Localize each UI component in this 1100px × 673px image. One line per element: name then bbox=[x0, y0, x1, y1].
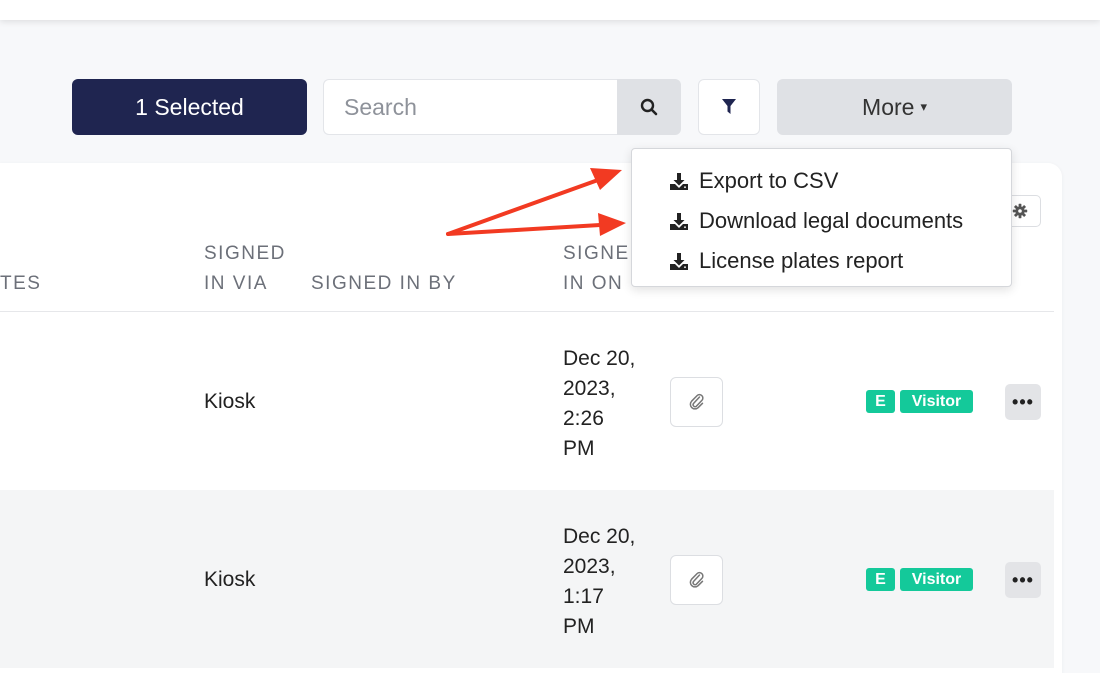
more-button[interactable]: More ▾ bbox=[777, 79, 1012, 135]
attachment-button[interactable] bbox=[670, 377, 723, 427]
badge-e: E bbox=[866, 568, 895, 591]
chevron-down-icon: ▾ bbox=[920, 99, 927, 114]
search-input[interactable] bbox=[323, 79, 618, 135]
visitor-badge: Visitor bbox=[900, 568, 973, 591]
row-actions-button[interactable]: ••• bbox=[1005, 384, 1041, 420]
attachment-button[interactable] bbox=[670, 555, 723, 605]
download-icon bbox=[670, 252, 688, 270]
menu-item-label: Export to CSV bbox=[699, 168, 839, 193]
badge-e: E bbox=[866, 390, 895, 413]
filter-icon bbox=[722, 99, 736, 114]
menu-item-label: License plates report bbox=[699, 248, 904, 273]
table-row[interactable]: Kiosk Dec 20, 2023, 2:26 PM E Visitor ••… bbox=[0, 312, 1054, 490]
row-actions-button[interactable]: ••• bbox=[1005, 562, 1041, 598]
table-row[interactable]: Kiosk Dec 20, 2023, 1:17 PM E Visitor ••… bbox=[0, 490, 1054, 668]
paperclip-icon bbox=[689, 571, 704, 588]
download-icon bbox=[670, 212, 688, 230]
menu-item-export-csv[interactable]: Export to CSV bbox=[632, 161, 1011, 201]
search-icon bbox=[640, 98, 658, 116]
paperclip-icon bbox=[689, 393, 704, 410]
visitor-badge: Visitor bbox=[900, 390, 973, 413]
filter-button[interactable] bbox=[698, 79, 760, 135]
menu-item-label: Download legal documents bbox=[699, 208, 964, 233]
signed-in-on-cell: Dec 20, 2023, 1:17 PM bbox=[563, 525, 636, 638]
more-dropdown-menu: Export to CSV Download legal documents L… bbox=[631, 148, 1012, 287]
menu-item-download-legal-documents[interactable]: Download legal documents bbox=[632, 201, 1011, 241]
table-row[interactable] bbox=[0, 668, 1054, 673]
gear-icon bbox=[1012, 203, 1028, 219]
signed-in-via-cell: Kiosk bbox=[204, 390, 256, 413]
selected-count-button[interactable]: 1 Selected bbox=[72, 79, 307, 135]
more-button-label: More bbox=[862, 93, 915, 120]
column-header-signed-in-via[interactable]: SIGNED IN VIA bbox=[204, 239, 286, 299]
top-bar bbox=[0, 0, 1100, 20]
signed-in-via-cell: Kiosk bbox=[204, 568, 256, 591]
download-icon bbox=[670, 172, 688, 190]
search-button[interactable] bbox=[617, 79, 681, 135]
signed-in-on-cell: Dec 20, 2023, 2:26 PM bbox=[563, 347, 636, 460]
column-header-signed-in-by[interactable]: SIGNED IN BY bbox=[311, 269, 457, 299]
menu-item-license-plates-report[interactable]: License plates report bbox=[632, 241, 1011, 281]
column-header-notes[interactable]: TES bbox=[0, 269, 41, 299]
